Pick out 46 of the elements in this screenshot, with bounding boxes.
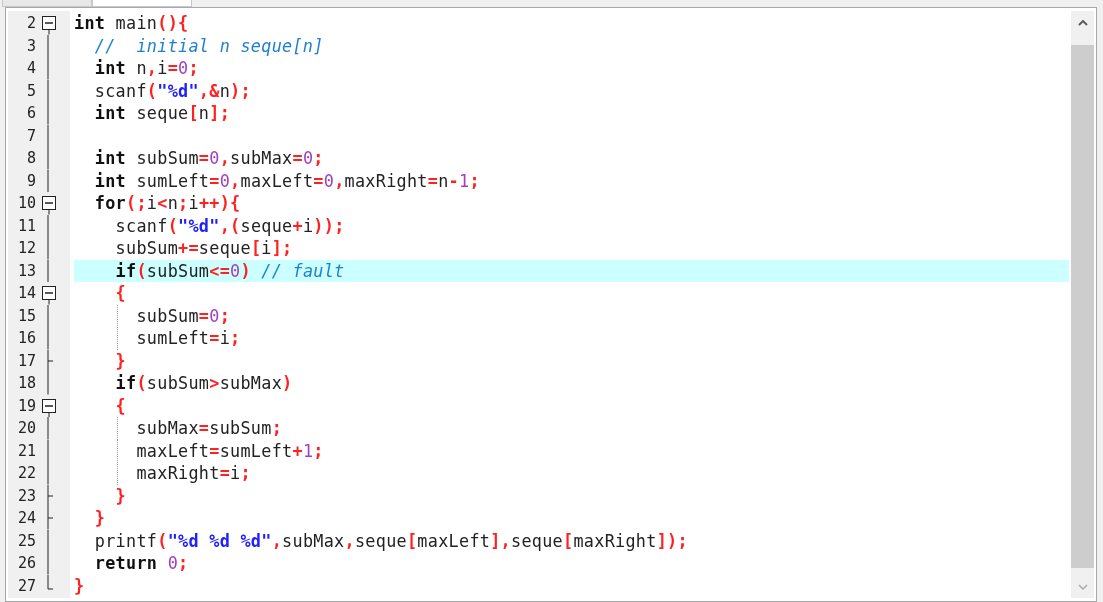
line-number: 6 <box>25 103 36 124</box>
line-number: 13 <box>16 260 36 282</box>
line-number: 14 <box>16 283 36 304</box>
code-line: { <box>114 394 128 417</box>
line-number: 19 <box>16 395 36 417</box>
scroll-up-icon[interactable] <box>1077 18 1088 26</box>
line-number: 11 <box>16 215 36 237</box>
line-number: 2 <box>25 13 36 34</box>
line-number: 12 <box>16 238 36 259</box>
line-number: 21 <box>16 440 36 462</box>
code-line: } <box>74 574 86 597</box>
code-line: printf("%d %d %d",subMax,seque[maxLeft],seque[maxRight]); <box>93 529 689 552</box>
code-line: scanf("%d",(seque+i)); <box>114 214 346 237</box>
line-number: 7 <box>25 125 36 147</box>
code-line: } <box>93 507 107 530</box>
line-number: 5 <box>25 80 36 102</box>
line-number: 18 <box>16 373 36 394</box>
line-number: 16 <box>16 328 36 349</box>
line-number: 20 <box>16 418 36 439</box>
code-line: return 0; <box>93 552 190 575</box>
code-line: } <box>114 484 128 507</box>
line-number: 25 <box>16 530 36 552</box>
line-number: 9 <box>25 170 36 192</box>
code-line: int n,i=0; <box>93 57 200 80</box>
line-number: 3 <box>25 35 36 57</box>
code-line: subSum+=seque[i]; <box>114 237 294 260</box>
code-line: int main(){ <box>74 12 190 35</box>
code-line: int subSum=0,subMax=0; <box>93 147 325 170</box>
code-line: if(subSum>subMax) <box>114 372 294 395</box>
line-number: 24 <box>16 508 36 529</box>
code-line: } <box>114 349 128 372</box>
line-number: 23 <box>16 485 36 507</box>
line-number: 15 <box>16 305 36 327</box>
line-number: 27 <box>16 575 36 597</box>
code-line: for(;i<n;i++){ <box>93 192 242 215</box>
code-line: int seque[n]; <box>93 102 232 125</box>
line-number: 17 <box>16 350 36 372</box>
line-number: 4 <box>25 58 36 79</box>
line-number: 8 <box>25 148 36 169</box>
line-number: 26 <box>16 553 36 574</box>
line-number: 10 <box>16 193 36 214</box>
line-number: 22 <box>16 463 36 484</box>
code-line: scanf("%d",&n); <box>93 79 252 102</box>
code-line: // initial n seque[n] <box>93 34 325 57</box>
code-line: int sumLeft=0,maxLeft=0,maxRight=n-1; <box>93 169 481 192</box>
code-line: { <box>114 282 128 305</box>
